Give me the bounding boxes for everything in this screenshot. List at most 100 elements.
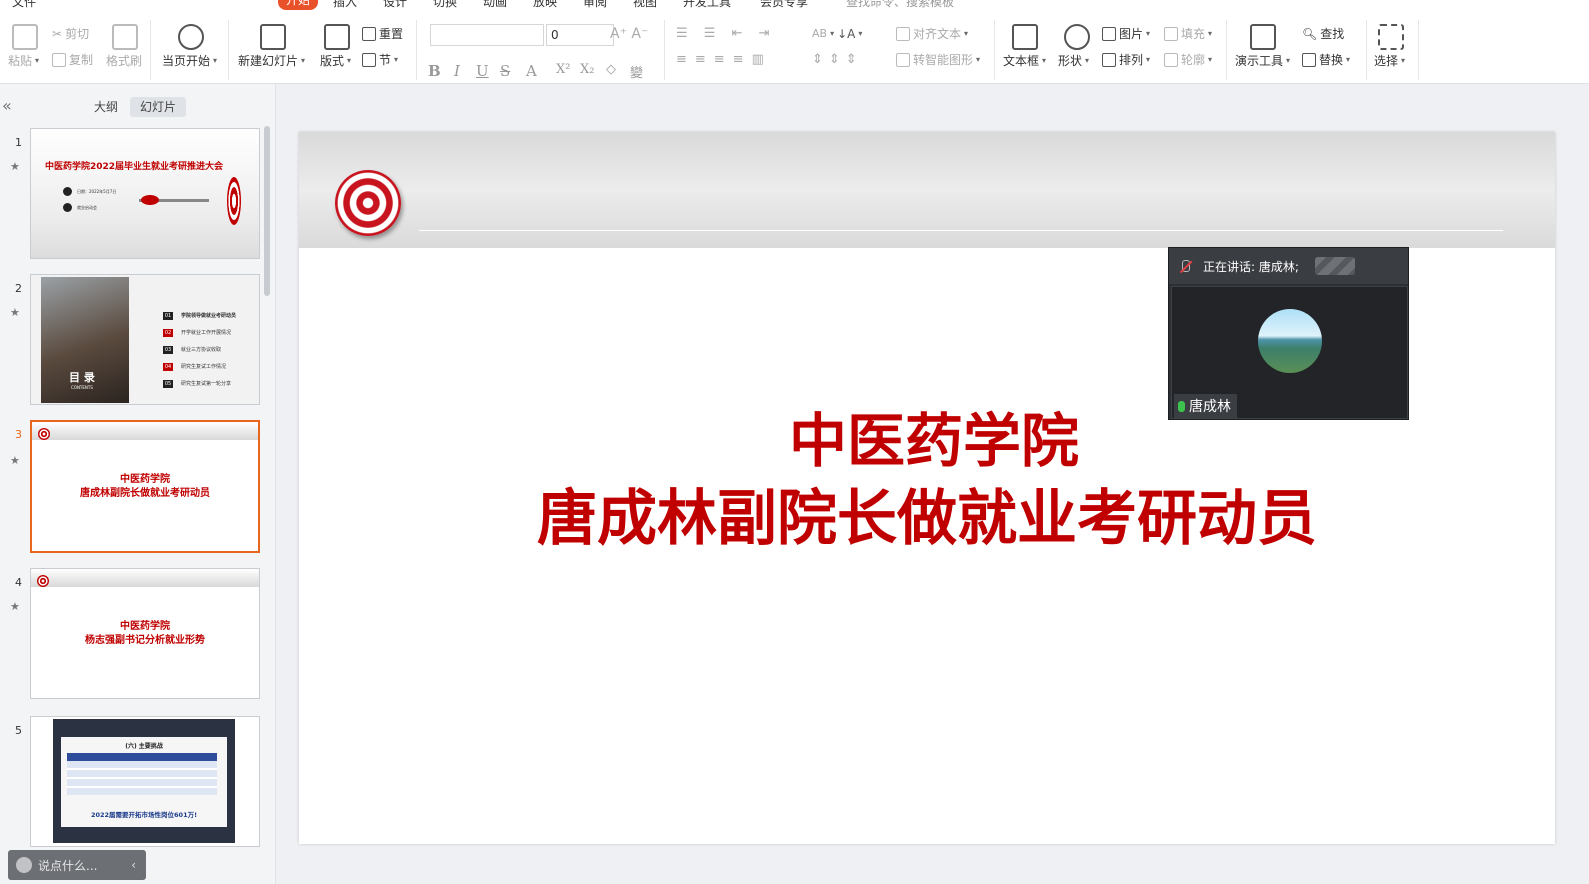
menu-file[interactable]: 文件: [12, 0, 36, 10]
fill-button[interactable]: 填充 ▾: [1164, 27, 1212, 41]
thumbnail-scrollbar[interactable]: [264, 126, 270, 296]
meeting-video-window[interactable]: 正在讲话: 唐成林; 唐成林: [1168, 247, 1409, 420]
layout-button[interactable]: 版式 ▾: [320, 54, 351, 68]
reset-button[interactable]: 重置: [362, 27, 403, 41]
font-family-select[interactable]: [430, 24, 544, 46]
toc-item: 01 学院领导做就业考研动员: [163, 311, 236, 320]
menu-design[interactable]: 设计: [383, 0, 407, 10]
divider: [664, 20, 665, 80]
paste-button[interactable]: 粘贴 ▾: [8, 54, 39, 68]
menu-animation[interactable]: 动画: [483, 0, 507, 10]
mic-muted-icon[interactable]: [1177, 258, 1193, 274]
paste-label: 粘贴: [8, 54, 33, 68]
thumbnail-icon: [63, 203, 72, 212]
font-size-select[interactable]: 0: [546, 24, 614, 46]
blurred-names: [1314, 257, 1355, 275]
subscript-icon[interactable]: X₂: [580, 62, 594, 77]
picture-button[interactable]: 图片 ▾: [1102, 27, 1150, 41]
select-label: 选择: [1374, 54, 1399, 68]
divider: [1418, 20, 1419, 80]
menu-developer[interactable]: 开发工具: [683, 0, 731, 10]
slide-number: 3: [15, 428, 22, 441]
replace-button[interactable]: 替换 ▾: [1302, 53, 1350, 67]
dart-image: [141, 195, 159, 205]
play-icon: [178, 24, 204, 50]
line-spacing-icons[interactable]: ⇕⇕⇕: [812, 53, 863, 67]
arrange-button[interactable]: 排列 ▾: [1102, 53, 1150, 67]
font-color-icon[interactable]: A: [526, 62, 537, 80]
thumbnail-text: 杨志强副书记分析就业形势: [85, 635, 205, 646]
play-from-current-button[interactable]: 当页开始 ▾: [162, 54, 217, 68]
avatar: [1258, 309, 1322, 373]
new-slide-icon: [260, 24, 286, 50]
menu-review[interactable]: 审阅: [583, 0, 607, 10]
smart-shape-button[interactable]: 转智能图形 ▾: [896, 53, 980, 67]
thumbnail-header-bar: [31, 569, 259, 587]
thumbnail-2-content: 目 录 CONTENTS 01 学院领导做就业考研动员 02 开学就业工作开展情况 …: [31, 275, 259, 404]
pinyin-icon[interactable]: 變: [630, 62, 643, 81]
slide-thumbnail-2[interactable]: 目 录 CONTENTS 01 学院领导做就业考研动员 02 开学就业工作开展情况 …: [30, 274, 260, 405]
outline-button[interactable]: 轮廓 ▾: [1164, 53, 1212, 67]
speaker-bar: 正在讲话: 唐成林;: [1169, 248, 1408, 284]
select-button[interactable]: 选择 ▾: [1374, 54, 1405, 68]
slide-thumbnail-4[interactable]: 中医药学院 杨志强副书记分析就业形势: [30, 568, 260, 699]
section-button[interactable]: 节 ▾: [362, 53, 398, 67]
thumbnail-5-content: (六) 主要挑战 2022届需要开拓市场性岗位601万!: [31, 717, 259, 846]
outline-icon: [1164, 53, 1178, 67]
shape-button[interactable]: 形状 ▾: [1058, 54, 1089, 68]
tab-outline[interactable]: 大纲: [84, 97, 128, 117]
strikethrough-icon[interactable]: S: [500, 62, 510, 80]
current-slide[interactable]: 中医药学院 唐成林副院长做就业考研动员: [299, 132, 1555, 844]
emoji-icon[interactable]: [16, 857, 32, 873]
text-direction-icon[interactable]: AB ▾ ↓A ▾: [812, 27, 862, 41]
toc-text: 就业三方协议收取: [181, 347, 222, 353]
cut-button[interactable]: ✂ 剪切: [52, 27, 89, 41]
clear-format-icon[interactable]: ◇: [606, 62, 616, 77]
copy-button[interactable]: 复制: [52, 53, 93, 67]
collapse-panel-icon[interactable]: «: [2, 96, 12, 115]
screen-content: (六) 主要挑战 2022届需要开拓市场性岗位601万!: [61, 737, 227, 827]
thumbnail-1-content: 中医药学院2022届毕业生就业考研推进大会 日期：2022年5月7日 就业启动会: [31, 129, 259, 258]
slide-title-line-2[interactable]: 唐成林副院长做就业考研动员: [299, 470, 1555, 557]
slide-thumbnail-3[interactable]: 中医药学院 唐成林副院长做就业考研动员: [30, 420, 260, 553]
chevron-left-icon[interactable]: ‹: [131, 858, 136, 872]
menu-transition[interactable]: 切换: [433, 0, 457, 10]
paragraph-align-icons[interactable]: ≡≡≡≡▥: [676, 53, 772, 67]
bold-icon[interactable]: B: [428, 62, 441, 80]
animation-star-icon: ★: [10, 160, 20, 173]
underline-icon[interactable]: U: [476, 62, 489, 80]
superscript-icon[interactable]: X²: [556, 62, 570, 77]
slide-thumbnail-5[interactable]: (六) 主要挑战 2022届需要开拓市场性岗位601万!: [30, 716, 260, 847]
menu-view[interactable]: 视图: [633, 0, 657, 10]
new-slide-button[interactable]: 新建幻灯片 ▾: [238, 54, 305, 68]
find-label: 查找: [1320, 27, 1345, 41]
picture-label: 图片: [1119, 27, 1144, 41]
bullet-list-icons[interactable]: ☰ ☰ ⇤ ⇥: [676, 27, 776, 41]
slide-thumbnail-1[interactable]: 中医药学院2022届毕业生就业考研推进大会 日期：2022年5月7日 就业启动会: [30, 128, 260, 259]
command-search[interactable]: 查找命令、搜索模板: [846, 0, 954, 10]
target-icon: [37, 575, 49, 587]
menu-member[interactable]: 会员专享: [760, 0, 808, 10]
menu-home[interactable]: 开始: [278, 0, 319, 10]
layout-label: 版式: [320, 54, 345, 68]
chat-input[interactable]: 说点什么... ‹: [8, 850, 146, 880]
menu-insert[interactable]: 插入: [333, 0, 357, 10]
speaking-label: 正在讲话: 唐成林;: [1203, 259, 1299, 274]
toc-item: 02 开学就业工作开展情况: [163, 328, 231, 337]
menu-slideshow[interactable]: 放映: [533, 0, 557, 10]
italic-icon[interactable]: I: [454, 62, 460, 80]
thumbnail-title: 中医药学院2022届毕业生就业考研推进大会: [45, 162, 224, 172]
presenter-tools-label: 演示工具: [1235, 54, 1284, 68]
paste-icon: [12, 24, 38, 50]
tab-slides[interactable]: 幻灯片: [130, 97, 187, 117]
animation-star-icon: ★: [10, 600, 20, 613]
find-button[interactable]: 🔍︎ 查找: [1302, 27, 1344, 41]
toc-number: 04: [163, 362, 173, 371]
format-painter-button[interactable]: 格式刷: [106, 54, 142, 68]
presenter-tools-button[interactable]: 演示工具 ▾: [1235, 54, 1290, 68]
slide-number: 4: [15, 576, 22, 589]
textbox-button[interactable]: 文本框 ▾: [1003, 54, 1046, 68]
increase-font-icon[interactable]: A⁺ A⁻: [610, 27, 648, 41]
align-text-button[interactable]: 对齐文本 ▾: [896, 27, 968, 41]
thumbnail-icon: [63, 187, 72, 196]
